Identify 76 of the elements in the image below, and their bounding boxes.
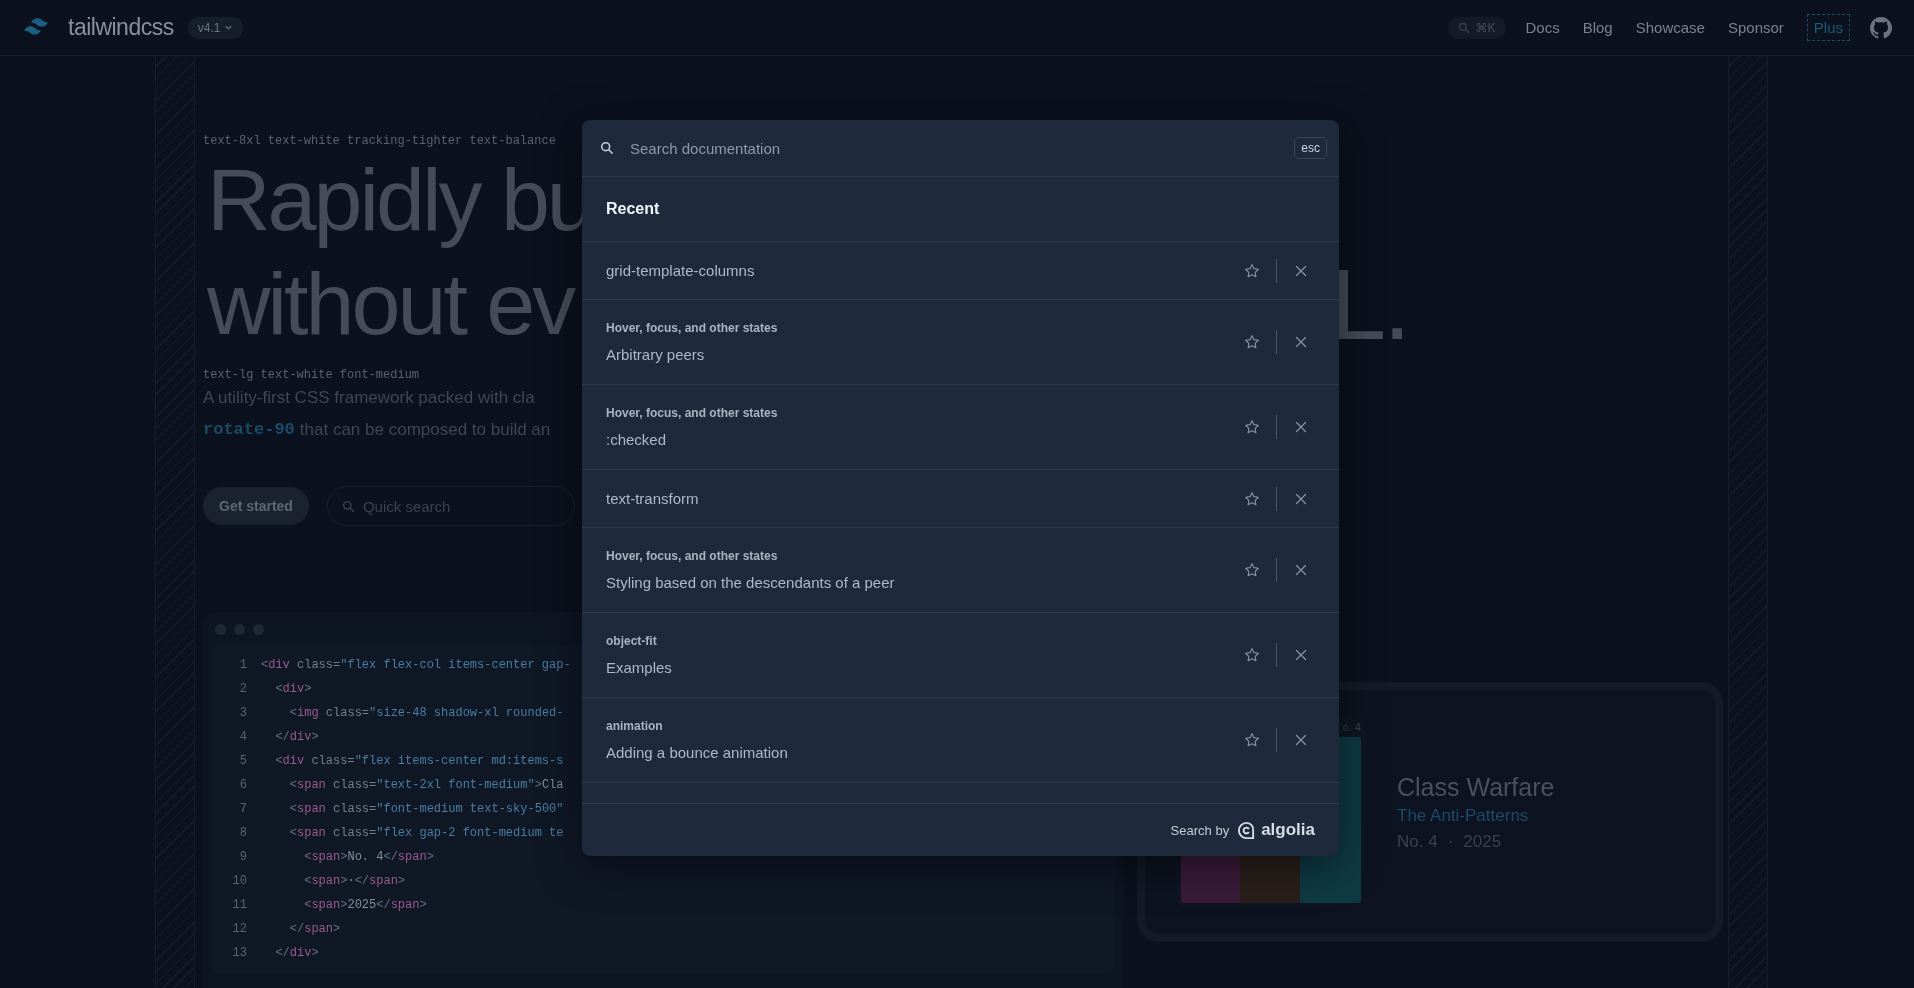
github-icon[interactable] <box>1870 16 1892 39</box>
item-title: :checked <box>606 431 668 448</box>
recent-item[interactable]: Hover, focus, and other states Arbitrary peers <box>582 300 1339 385</box>
version-dropdown[interactable]: v4.1 <box>187 16 244 39</box>
search-icon <box>1458 21 1471 34</box>
line-number: 3 <box>238 705 247 722</box>
star-icon <box>1243 333 1261 351</box>
code-line: <span class="flex gap-2 font-medium te <box>288 825 564 842</box>
item-title: Examples <box>606 659 673 676</box>
line-number: 5 <box>238 753 247 770</box>
recent-item[interactable]: text-transform <box>582 470 1339 528</box>
recent-item[interactable]: animation Adding a bounce animation <box>582 698 1339 783</box>
item-category: object-fit <box>606 634 658 648</box>
item-title: grid-template-columns <box>606 262 756 279</box>
code-line: <div class="flex flex-col items-center gap- <box>261 657 571 674</box>
star-icon <box>1243 489 1261 508</box>
code-line: <span>2025</span> <box>303 897 427 914</box>
line-number: 13 <box>231 945 247 962</box>
code-snippet: rotate-90 <box>203 419 295 441</box>
chevron-icon <box>224 23 234 32</box>
recent-item[interactable]: Hover, focus, and other states Styling based on the descendants of a peer <box>582 528 1339 613</box>
item-category: Hover, focus, and other states <box>606 406 779 420</box>
code-line: </span> <box>288 921 341 938</box>
item-category: animation <box>606 719 664 733</box>
code-line: <img class="size-48 shadow-xl rounded- <box>288 705 564 722</box>
line-number: 1 <box>238 657 247 674</box>
separator-dot: · <box>1447 831 1454 852</box>
line-number: 6 <box>238 777 247 794</box>
logo-icon <box>1237 820 1257 840</box>
code-line: <span class="text-2xl font-medium">Cla <box>288 777 564 794</box>
section-title: Recent <box>606 200 660 218</box>
line-number: 12 <box>231 921 247 938</box>
line-number: 9 <box>238 849 247 866</box>
recent-item[interactable]: grid-template-columns <box>582 242 1339 300</box>
search-icon <box>600 141 614 155</box>
item-title: text-transform <box>606 490 700 507</box>
recent-item[interactable]: object-fit Examples <box>582 613 1339 698</box>
recent-item[interactable]: Hover, focus, and other states :checked <box>582 385 1339 470</box>
item-title: Styling based on the descendants of a peer <box>606 574 896 591</box>
hero-heading: without ev <box>206 253 575 355</box>
class-label: text-lg text-white font-medium <box>203 368 420 382</box>
nav-link[interactable]: Blog <box>1582 19 1613 36</box>
line-number: 2 <box>238 681 247 698</box>
star-icon <box>1243 561 1261 579</box>
search-icon <box>341 499 355 513</box>
line-number: 10 <box>231 873 247 890</box>
code-line: <div class="flex items-center md:items-s <box>274 753 564 770</box>
star-icon <box>1243 261 1261 280</box>
footer-label: Search by <box>1170 822 1230 838</box>
algolia-logo[interactable]: algolia <box>1237 820 1315 840</box>
nav-link[interactable]: Docs <box>1525 19 1560 36</box>
code-line: </div> <box>274 945 319 962</box>
code-line: <span class="font-medium text-sky-500" <box>288 801 564 818</box>
nav-link[interactable]: Showcase <box>1635 19 1705 36</box>
item-title: Arbitrary peers <box>606 346 706 363</box>
item-category: Hover, focus, and other states <box>606 549 779 563</box>
code-line: <span>·</span> <box>303 873 406 890</box>
esc-key[interactable]: esc <box>1294 137 1327 159</box>
line-number: 7 <box>238 801 247 818</box>
class-label: text-8xl text-white tracking-tighter text-balance <box>203 134 556 148</box>
code-line: <span>No. 4</span> <box>303 849 434 866</box>
star-icon <box>1243 731 1261 749</box>
nav-link[interactable]: Sponsor <box>1727 19 1784 36</box>
logo-text[interactable]: tailwindcss <box>68 14 174 41</box>
item-title: Adding a bounce animation <box>606 744 789 761</box>
code-line: <div> <box>274 681 312 698</box>
search-input[interactable]: Search documentation <box>628 138 1295 158</box>
star-icon <box>1243 418 1261 436</box>
line-number: 4 <box>238 729 247 746</box>
item-category: Hover, focus, and other states <box>606 321 779 335</box>
line-number: 8 <box>238 825 247 842</box>
code-line: </div> <box>274 729 319 746</box>
artist-name: The Anti-Patterns <box>1397 805 1530 826</box>
album-title: Class Warfare <box>1397 772 1555 802</box>
star-icon <box>1243 646 1261 664</box>
line-number: 11 <box>231 897 247 914</box>
